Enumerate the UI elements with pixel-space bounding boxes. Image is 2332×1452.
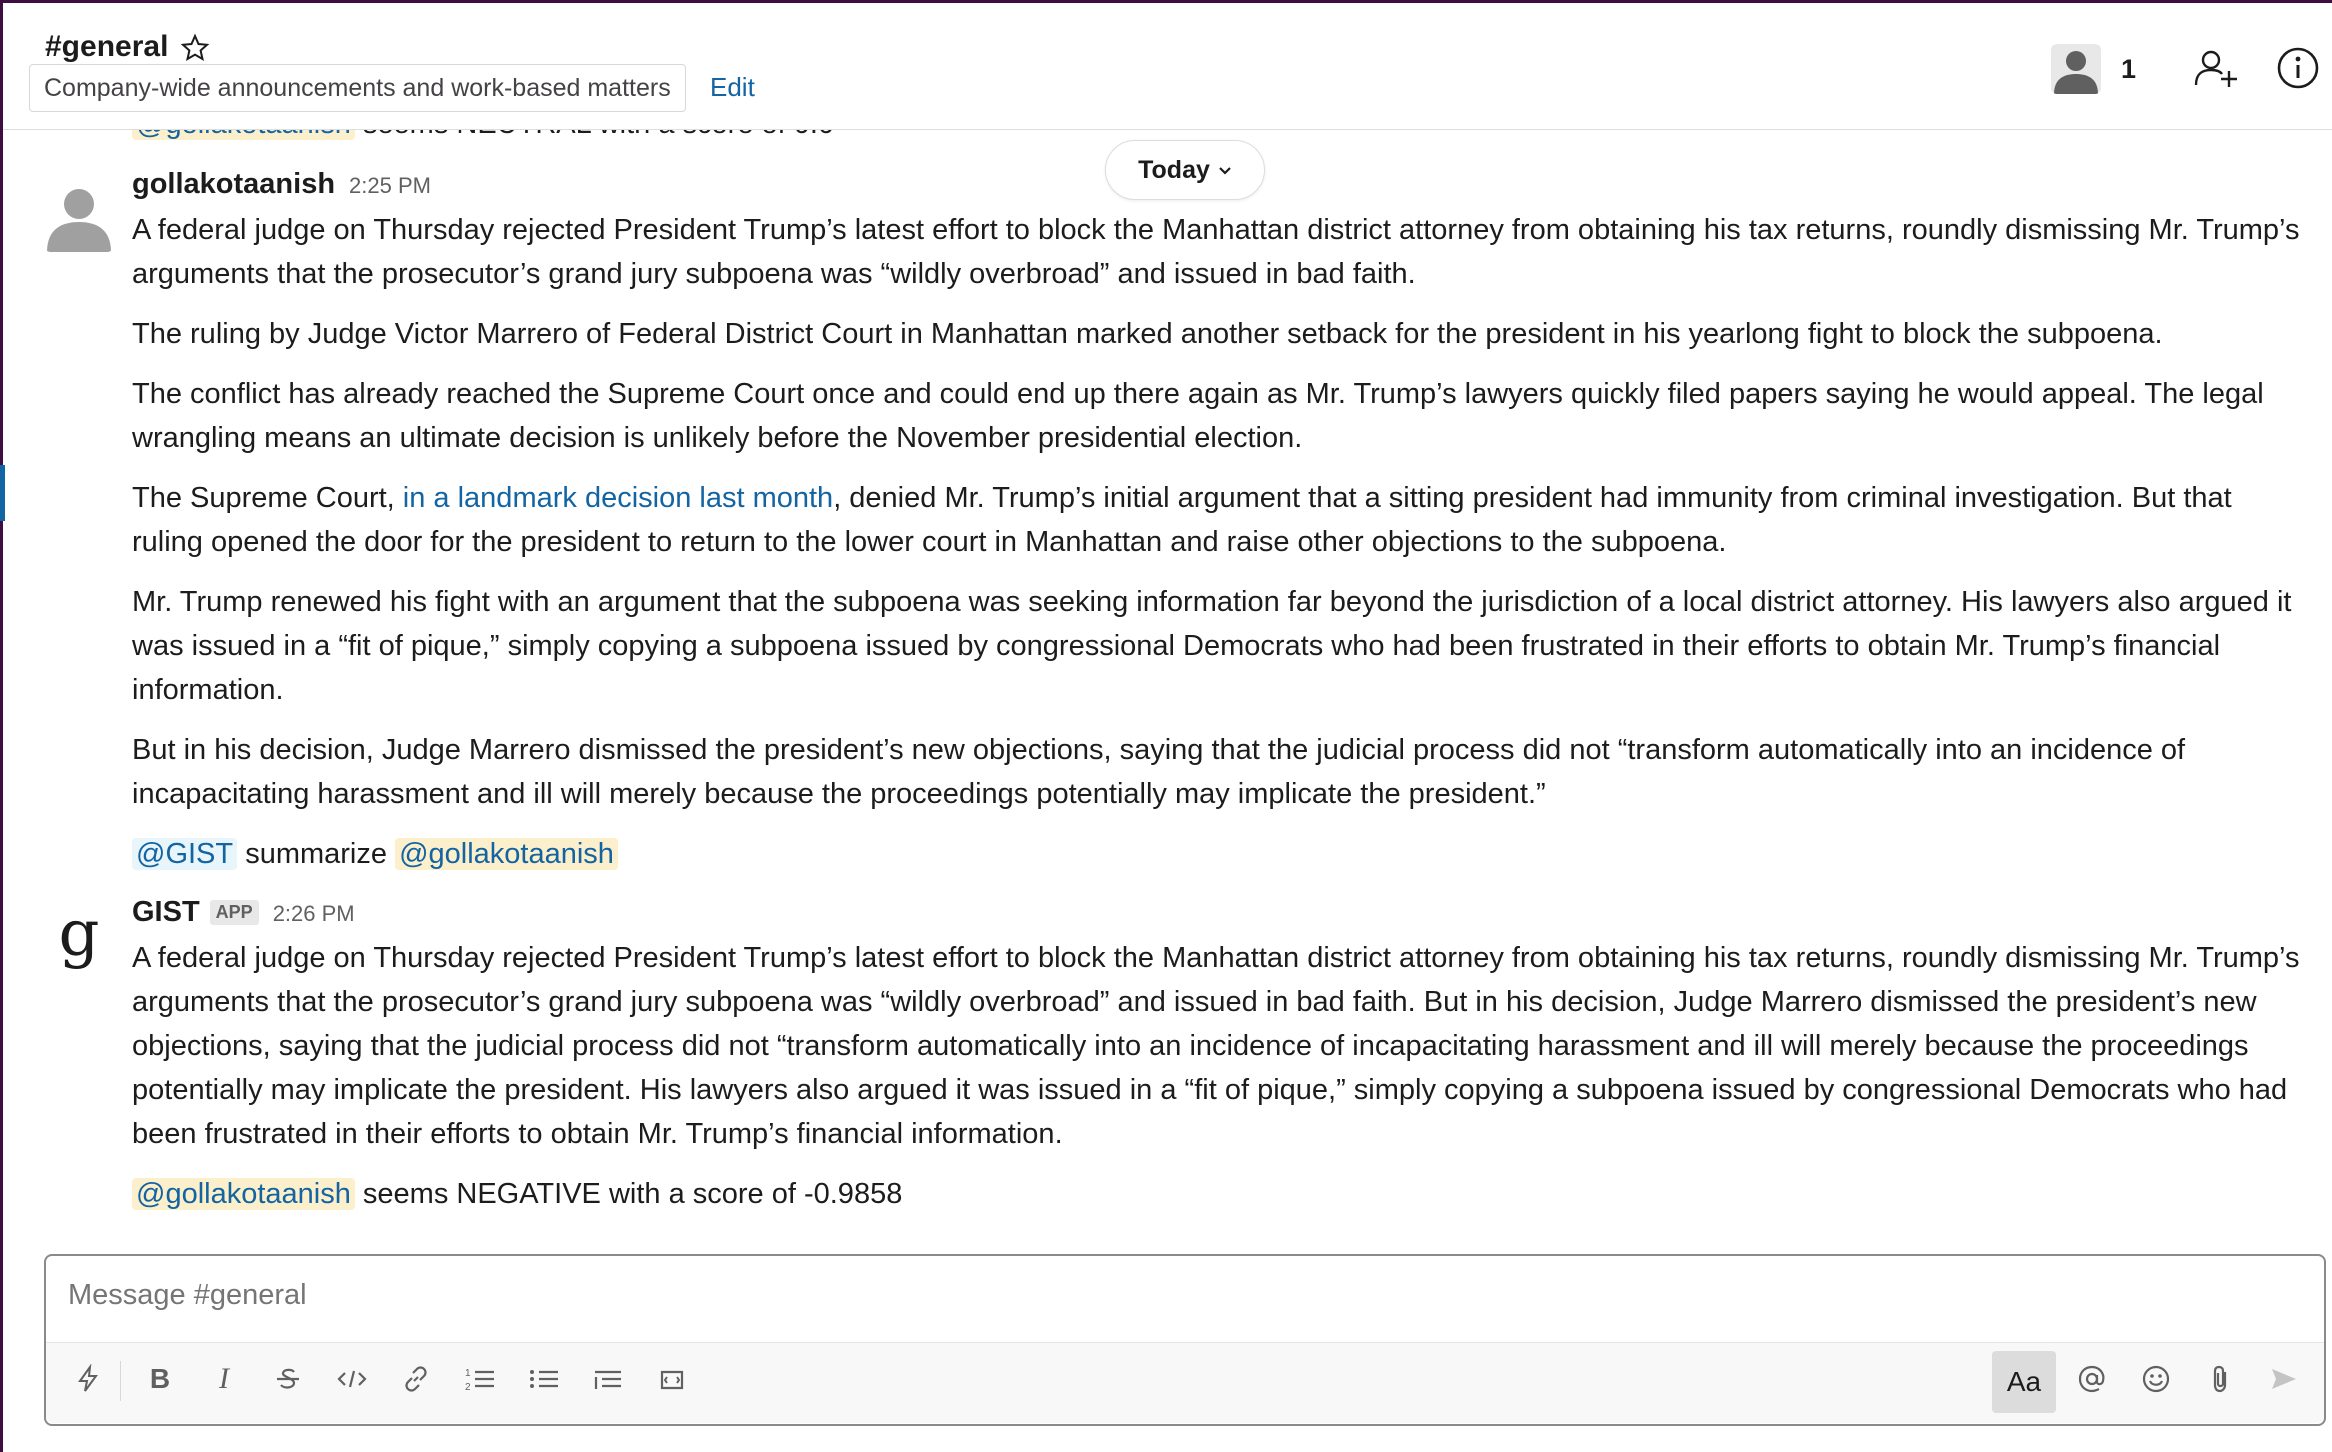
edit-topic-link[interactable]: Edit	[710, 64, 755, 110]
message-paragraph: A federal judge on Thursday rejected Pre…	[132, 214, 2300, 290]
channel-topic[interactable]: Company-wide announcements and work-base…	[29, 64, 686, 112]
bold-icon[interactable]: B	[138, 1357, 182, 1401]
svg-text:1: 1	[465, 1368, 471, 1379]
formatting-toolbar: B I 12 Aa	[46, 1342, 2324, 1423]
shortcuts-icon[interactable]	[66, 1357, 110, 1401]
svg-text:2: 2	[465, 1382, 471, 1393]
members-button[interactable]: 1	[2051, 41, 2136, 97]
date-divider-label: Today	[1138, 156, 1210, 184]
channel-header: #general Company-wide announcements and …	[3, 3, 2332, 130]
channel-name[interactable]: #general	[45, 30, 168, 64]
sentiment-text: seems NEGATIVE with a score of -0.9858	[362, 1178, 903, 1210]
message-composer: B I 12 Aa	[44, 1254, 2326, 1426]
star-icon[interactable]	[180, 33, 210, 63]
message-timestamp[interactable]: 2:25 PM	[349, 173, 431, 199]
message-author[interactable]: gollakotaanish	[132, 168, 335, 201]
chevron-down-icon	[1218, 141, 1232, 199]
message-header: GIST APP 2:26 PM	[132, 896, 355, 936]
strikethrough-icon[interactable]	[266, 1357, 310, 1401]
ordered-list-icon[interactable]: 12	[458, 1357, 502, 1401]
user-mention[interactable]: @gollakotaanish	[395, 838, 618, 870]
person-icon	[2054, 51, 2098, 94]
app-mention[interactable]: @GIST	[132, 838, 238, 870]
message-timestamp[interactable]: 2:26 PM	[273, 901, 355, 927]
info-icon[interactable]	[2275, 45, 2321, 91]
sentiment-line: @gollakotaanish seems NEGATIVE with a sc…	[132, 1172, 2302, 1216]
format-toggle-button[interactable]: Aa	[1992, 1351, 2056, 1413]
blockquote-icon[interactable]	[586, 1357, 630, 1401]
command-line: @GIST summarize @gollakotaanish	[132, 832, 2302, 876]
date-divider-today[interactable]: Today	[1105, 140, 1265, 200]
article-link[interactable]: in a landmark decision last month	[403, 482, 833, 514]
app-avatar[interactable]: g	[43, 902, 115, 974]
link-icon[interactable]	[394, 1357, 438, 1401]
member-count: 1	[2121, 53, 2137, 84]
send-icon[interactable]	[2262, 1357, 2306, 1401]
app-badge: APP	[209, 900, 259, 925]
mention-icon[interactable]	[2070, 1357, 2114, 1401]
message-paragraph: The Supreme Court, in a landmark decisio…	[132, 476, 2302, 564]
attach-icon[interactable]	[2198, 1357, 2242, 1401]
member-avatar	[2051, 44, 2101, 94]
summary-paragraph: A federal judge on Thursday rejected Pre…	[132, 942, 2300, 1150]
command-word: summarize	[245, 838, 387, 870]
bulleted-list-icon[interactable]	[522, 1357, 566, 1401]
message-input[interactable]	[66, 1278, 2270, 1313]
message-author[interactable]: GIST	[132, 896, 200, 929]
paragraph-text: The Supreme Court,	[132, 482, 403, 514]
message-paragraph: The conflict has already reached the Sup…	[132, 378, 2264, 454]
message-paragraph: Mr. Trump renewed his fight with an argu…	[132, 586, 2292, 706]
message-list[interactable]: @gollakotaanish seems NEUTRAL with a sco…	[3, 0, 2332, 1250]
message-paragraph: But in his decision, Judge Marrero dismi…	[132, 734, 2186, 810]
user-mention[interactable]: @gollakotaanish	[132, 1178, 355, 1210]
italic-icon[interactable]: I	[202, 1357, 246, 1401]
message-header: gollakotaanish 2:25 PM	[132, 168, 431, 208]
message-body: A federal judge on Thursday rejected Pre…	[132, 208, 2302, 892]
message-paragraph: The ruling by Judge Victor Marrero of Fe…	[132, 318, 2163, 350]
code-block-icon[interactable]	[650, 1357, 694, 1401]
add-member-icon[interactable]	[2193, 45, 2239, 91]
default-avatar-icon	[47, 189, 111, 252]
toolbar-divider	[120, 1361, 121, 1401]
emoji-icon[interactable]	[2134, 1357, 2178, 1401]
user-avatar[interactable]	[43, 180, 115, 252]
message-body: A federal judge on Thursday rejected Pre…	[132, 936, 2302, 1232]
code-icon[interactable]	[330, 1357, 374, 1401]
